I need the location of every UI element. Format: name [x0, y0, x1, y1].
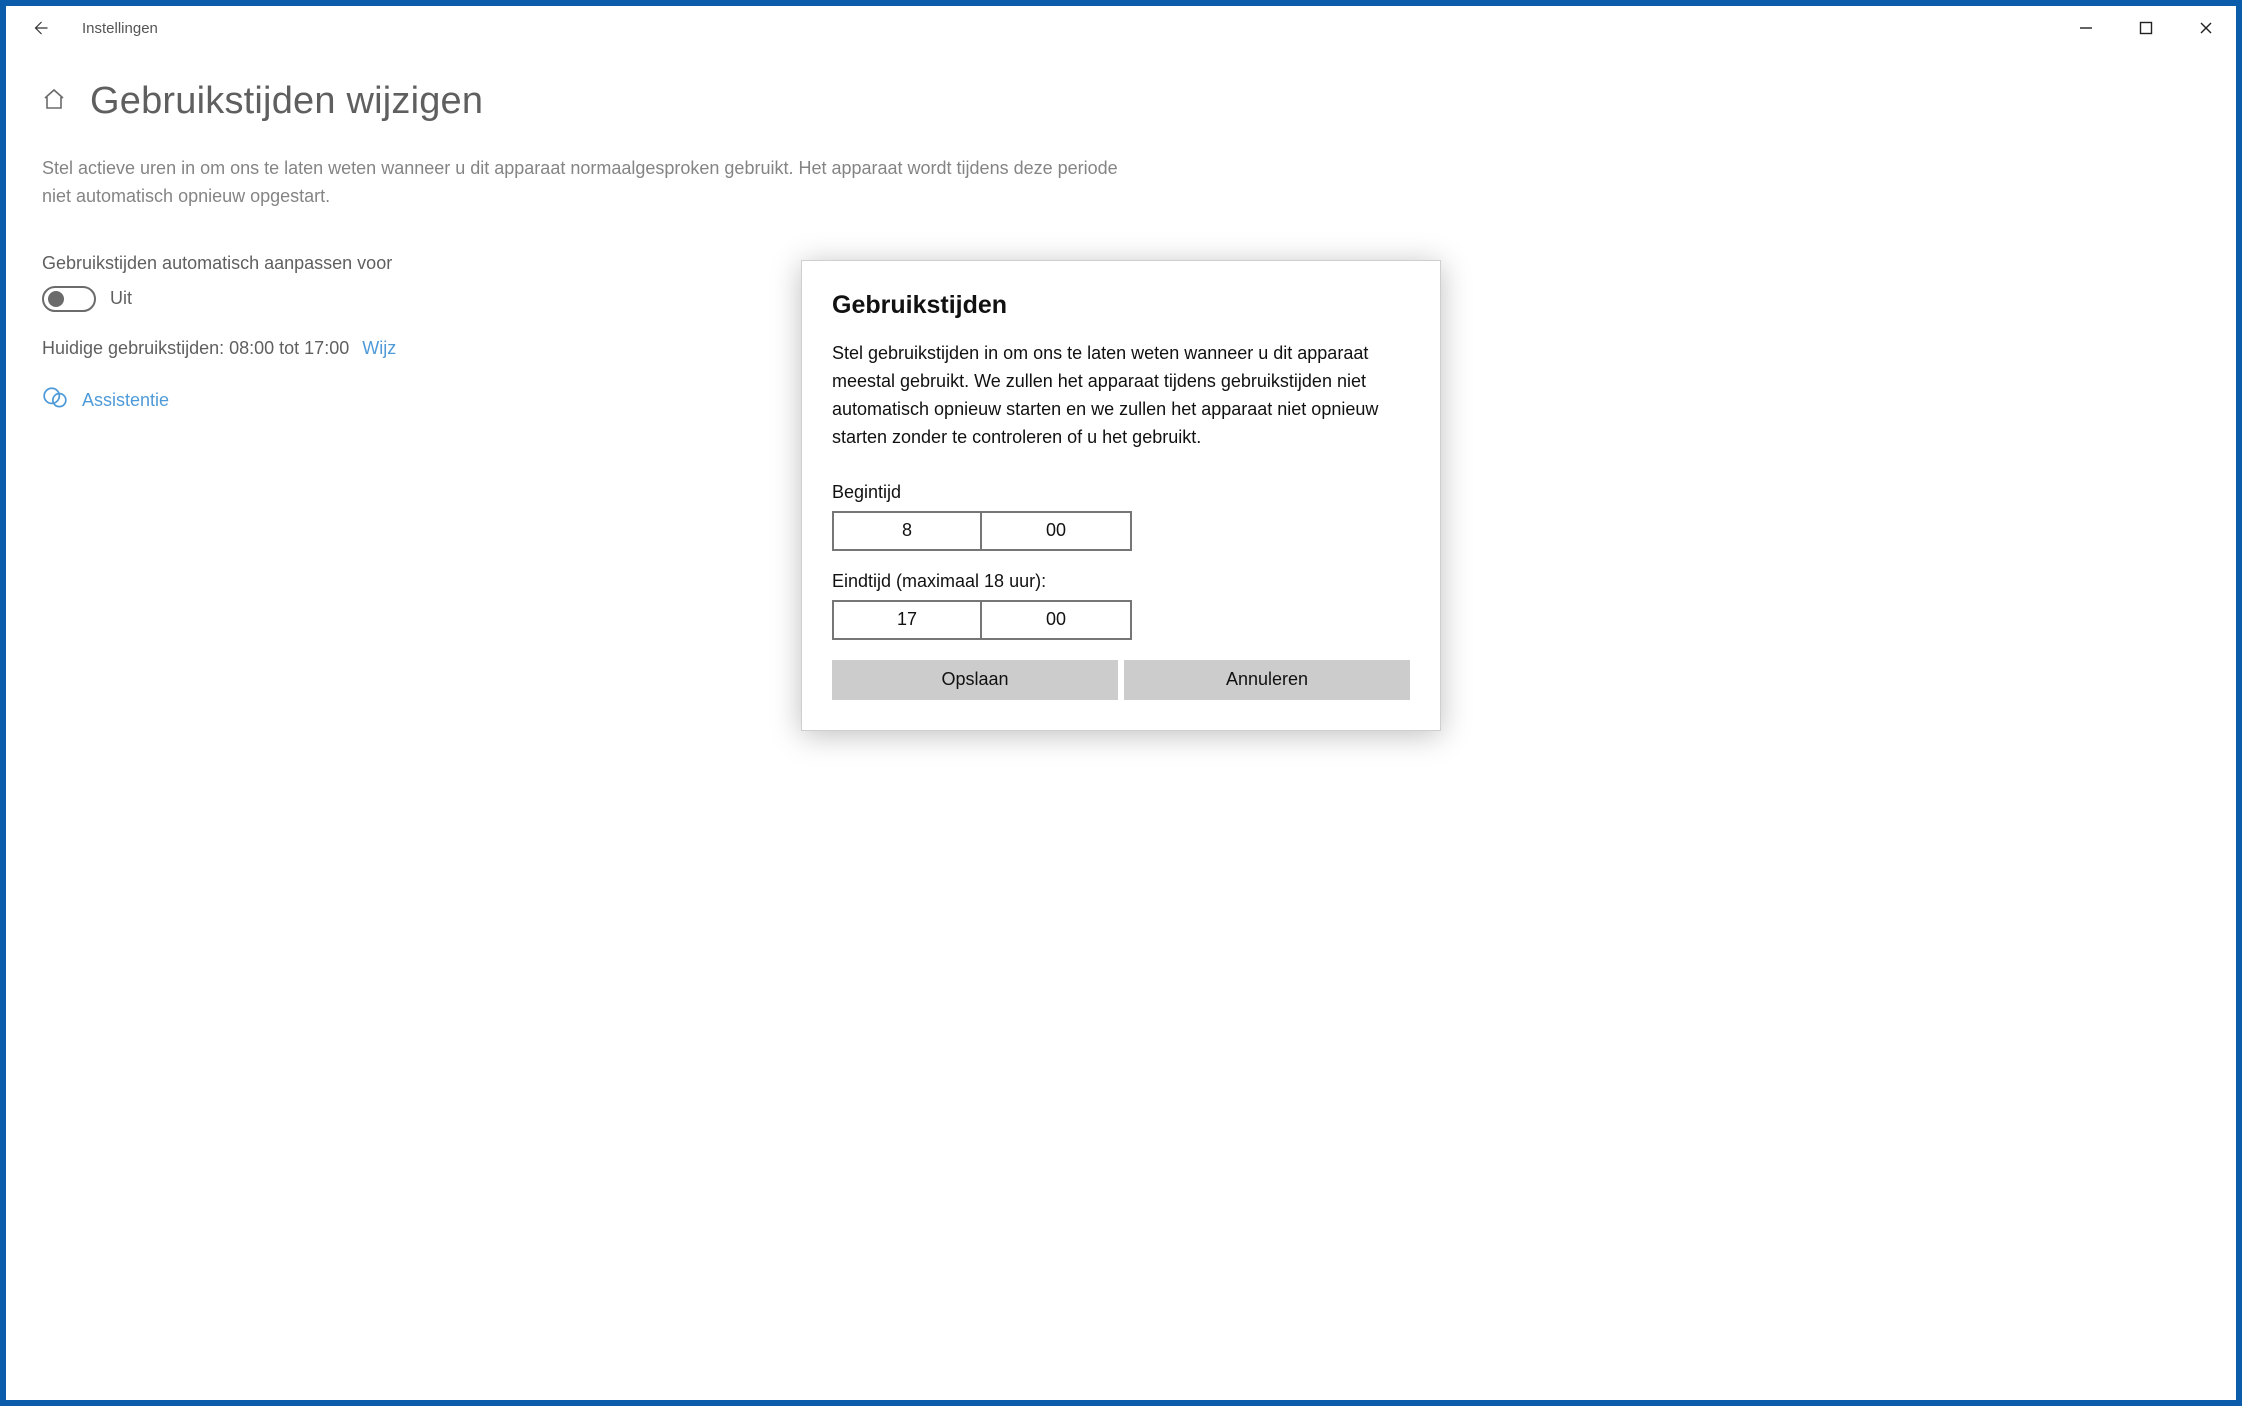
titlebar-left: Instellingen: [24, 12, 158, 44]
save-button[interactable]: Opslaan: [832, 660, 1118, 700]
close-icon: [2199, 21, 2213, 35]
arrow-left-icon: [31, 19, 49, 37]
minimize-button[interactable]: [2056, 6, 2116, 50]
start-time-label: Begintijd: [832, 482, 1410, 503]
maximize-icon: [2139, 21, 2153, 35]
close-button[interactable]: [2176, 6, 2236, 50]
dialog-title: Gebruikstijden: [832, 291, 1410, 320]
minimize-icon: [2079, 21, 2093, 35]
end-minute-field[interactable]: 00: [982, 600, 1132, 640]
maximize-button[interactable]: [2116, 6, 2176, 50]
settings-window: Instellingen Gebruikstijden wijzigen Ste…: [6, 6, 2236, 1400]
start-minute-field[interactable]: 00: [982, 511, 1132, 551]
cancel-button[interactable]: Annuleren: [1124, 660, 1410, 700]
window-controls: [2056, 6, 2236, 50]
start-time-picker: 8 00: [832, 511, 1410, 551]
active-hours-dialog: Gebruikstijden Stel gebruikstijden in om…: [801, 260, 1441, 731]
end-time-label: Eindtijd (maximaal 18 uur):: [832, 571, 1410, 592]
end-hour-field[interactable]: 17: [832, 600, 982, 640]
end-time-picker: 17 00: [832, 600, 1410, 640]
app-title: Instellingen: [82, 20, 158, 37]
titlebar: Instellingen: [6, 6, 2236, 50]
dialog-description: Stel gebruikstijden in om ons te laten w…: [832, 340, 1410, 452]
dialog-buttons: Opslaan Annuleren: [832, 660, 1410, 700]
start-hour-field[interactable]: 8: [832, 511, 982, 551]
back-button[interactable]: [24, 12, 56, 44]
content-area: Gebruikstijden wijzigen Stel actieve ure…: [6, 50, 2236, 1400]
